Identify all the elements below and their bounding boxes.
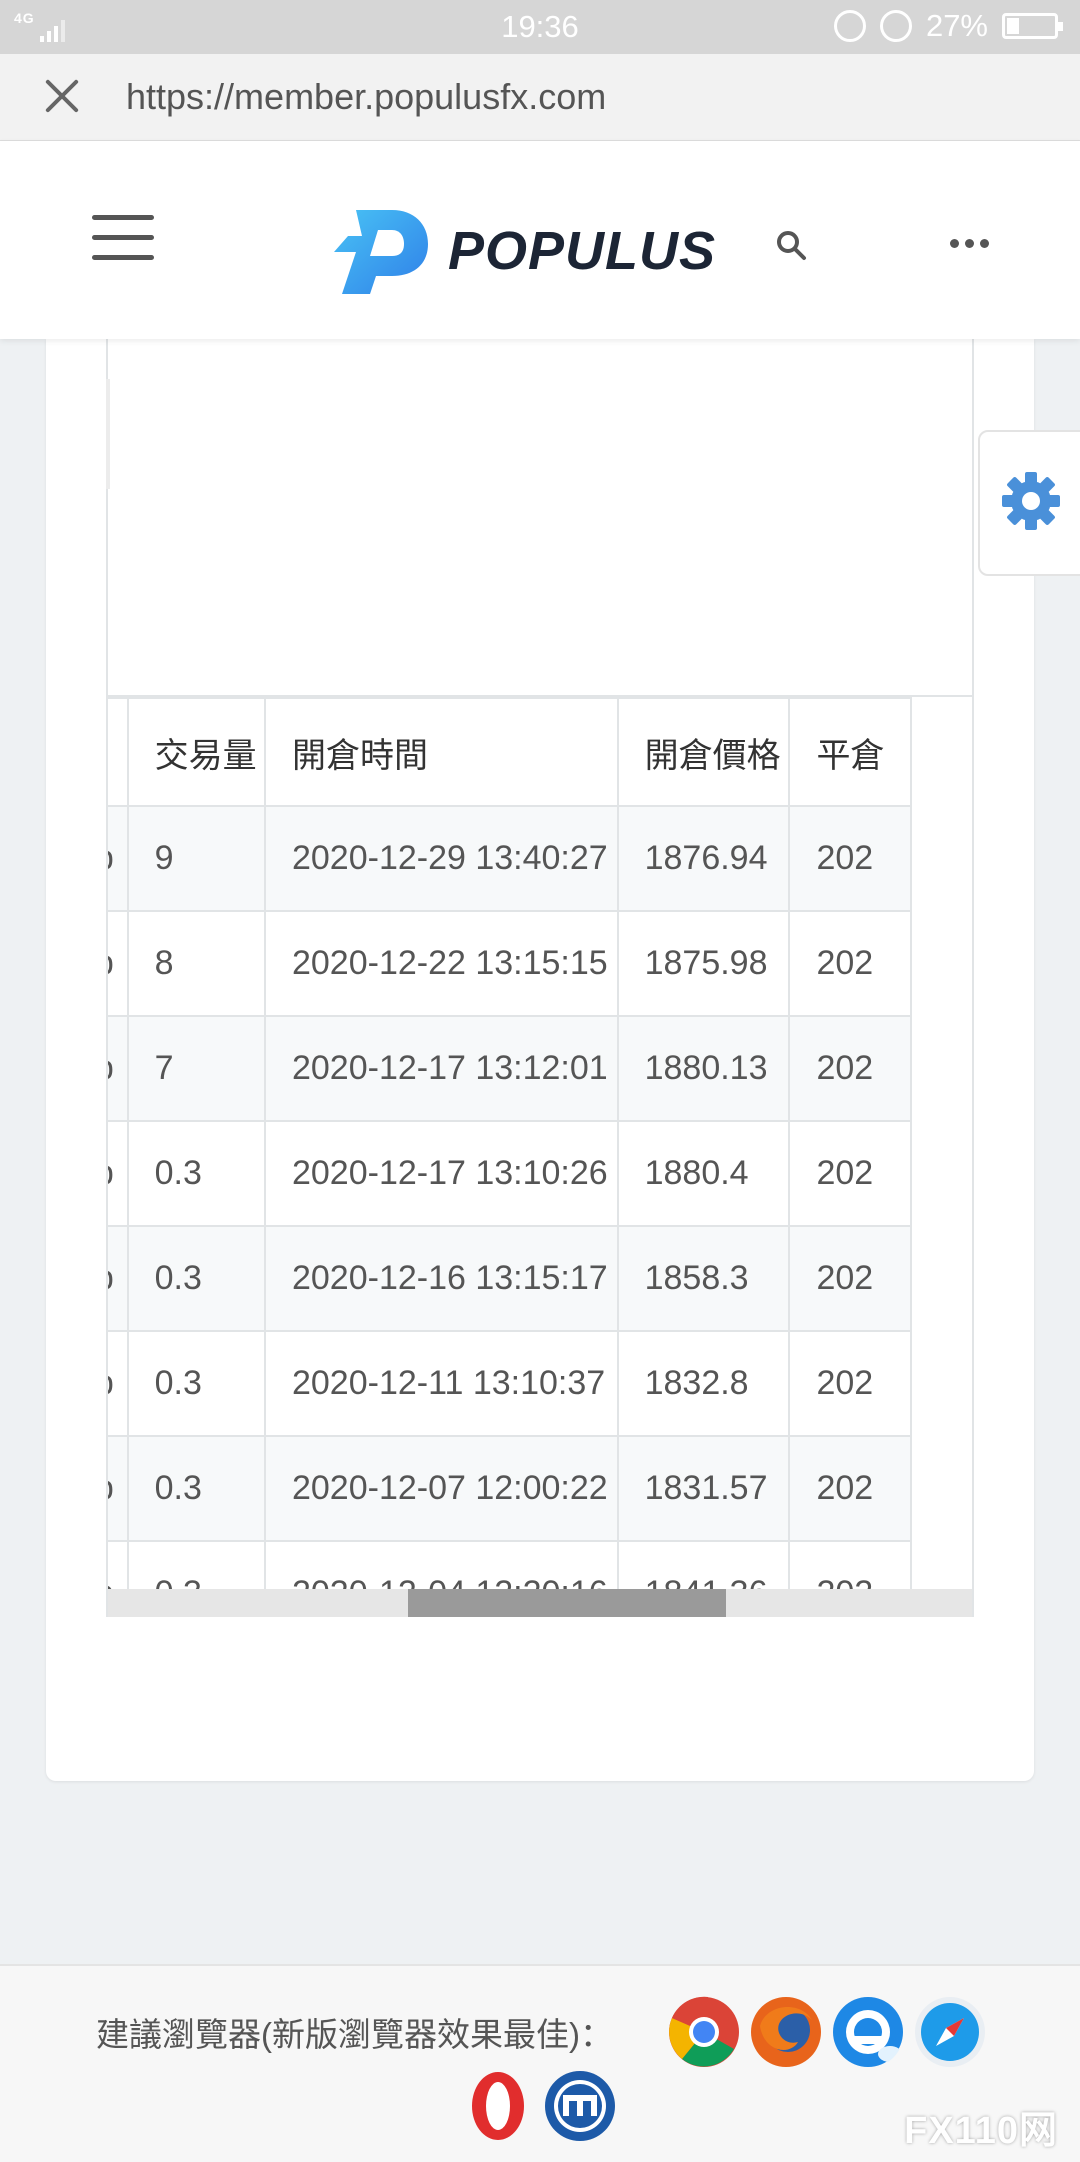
column-header-volume: 交易量: [126, 697, 266, 807]
cell-open-price: 1832.8: [616, 1330, 791, 1437]
orders-table: 交易量 開倉時間 開倉價格 平倉 op 9 2020-12-29 13:40:2…: [108, 697, 912, 1617]
battery-percent: 27%: [925, 8, 988, 43]
table-row: op 8 2020-12-22 13:15:15 1875.98 202: [108, 910, 912, 1017]
cell-open-price: 1880.13: [616, 1015, 791, 1122]
more-icon[interactable]: [950, 239, 989, 248]
cell-open-time: 2020-12-07 12:00:22: [263, 1435, 619, 1542]
status-bar: 4G 19:36 27%: [0, 0, 1080, 54]
menu-icon[interactable]: [92, 215, 154, 261]
cell-type: op: [108, 1330, 129, 1437]
chrome-icon[interactable]: [668, 1996, 740, 2068]
opera-icon[interactable]: [462, 2070, 534, 2142]
rotation-lock-icon: [833, 10, 866, 42]
cell-close: 202: [788, 805, 912, 912]
cell-close: 202: [788, 1225, 912, 1332]
chart-area: [106, 339, 974, 697]
cell-open-price: 1858.3: [616, 1225, 791, 1332]
cell-volume: 0.3: [126, 1120, 266, 1227]
cell-open-time: 2020-12-29 13:40:27: [263, 805, 619, 912]
table-row: op 0.3 2020-12-16 13:15:17 1858.3 202: [108, 1225, 912, 1332]
cell-open-time: 2020-12-17 13:10:26: [263, 1120, 619, 1227]
cell-volume: 9: [126, 805, 266, 912]
watermark: FX110网: [904, 2110, 1058, 2152]
logo-text: POPULUS: [448, 221, 717, 281]
table-row: op 0.3 2020-12-11 13:10:37 1832.8 202: [108, 1330, 912, 1437]
safari-icon[interactable]: [914, 1996, 986, 2068]
cell-type: op: [108, 1015, 129, 1122]
cell-open-time: 2020-12-11 13:10:37: [263, 1330, 619, 1437]
search-icon[interactable]: [775, 229, 807, 261]
cell-volume: 7: [126, 1015, 266, 1122]
recommended-browsers-text: 建議瀏覽器(新版瀏覽器效果最佳)：: [96, 2016, 613, 2053]
maxthon-icon[interactable]: [544, 2070, 616, 2142]
settings-button[interactable]: [978, 430, 1080, 576]
ie-icon[interactable]: [832, 1996, 904, 2068]
column-header-close: 平倉: [788, 697, 912, 807]
battery-icon: [1002, 13, 1063, 39]
close-icon[interactable]: [40, 74, 84, 118]
cell-volume: 0.3: [126, 1435, 266, 1542]
cell-close: 202: [788, 1435, 912, 1542]
populus-logo-icon: [334, 210, 428, 294]
table-row: op 7 2020-12-17 13:12:01 1880.13 202: [108, 1015, 912, 1122]
cell-open-price: 1875.98: [616, 910, 791, 1017]
table-row: op 9 2020-12-29 13:40:27 1876.94 202: [108, 805, 912, 912]
browser-url-bar: https://member.populusfx.com: [0, 54, 1080, 141]
table-header-row: 交易量 開倉時間 開倉價格 平倉: [108, 697, 912, 807]
table-row: op 0.3 2020-12-17 13:10:26 1880.4 202: [108, 1120, 912, 1227]
cell-volume: 0.3: [126, 1225, 266, 1332]
content-card: 交易量 開倉時間 開倉價格 平倉 op 9 2020-12-29 13:40:2…: [46, 339, 1034, 1781]
cell-volume: 0.3: [126, 1330, 266, 1437]
cell-close: 202: [788, 1120, 912, 1227]
site-header: POPULUS: [0, 141, 1080, 339]
cell-open-time: 2020-12-17 13:12:01: [263, 1015, 619, 1122]
cell-open-time: 2020-12-16 13:15:17: [263, 1225, 619, 1332]
horizontal-scrollbar[interactable]: [108, 1589, 972, 1617]
scrollbar-thumb[interactable]: [408, 1589, 726, 1617]
firefox-icon[interactable]: [750, 1996, 822, 2068]
cell-type: op: [108, 1435, 129, 1542]
url-text[interactable]: https://member.populusfx.com: [126, 76, 606, 118]
cell-close: 202: [788, 1330, 912, 1437]
logo[interactable]: POPULUS: [334, 203, 716, 299]
cell-type: op: [108, 1120, 129, 1227]
cell-close: 202: [788, 910, 912, 1017]
cell-open-time: 2020-12-22 13:15:15: [263, 910, 619, 1017]
column-header: [108, 697, 129, 807]
cell-volume: 8: [126, 910, 266, 1017]
cell-open-price: 1876.94: [616, 805, 791, 912]
cell-close: 202: [788, 1015, 912, 1122]
alarm-icon: [879, 10, 912, 42]
cell-open-price: 1831.57: [616, 1435, 791, 1542]
cell-type: op: [108, 805, 129, 912]
footer: 建議瀏覽器(新版瀏覽器效果最佳)： FX110网: [0, 1964, 1080, 2162]
cell-type: op: [108, 910, 129, 1017]
table-row: op 0.3 2020-12-07 12:00:22 1831.57 202: [108, 1435, 912, 1542]
column-header-open-time: 開倉時間: [263, 697, 619, 807]
trade-history-table[interactable]: 交易量 開倉時間 開倉價格 平倉 op 9 2020-12-29 13:40:2…: [106, 697, 974, 1617]
cell-open-price: 1880.4: [616, 1120, 791, 1227]
column-header-open-price: 開倉價格: [616, 697, 791, 807]
cell-type: op: [108, 1225, 129, 1332]
gear-icon: [1002, 472, 1060, 530]
